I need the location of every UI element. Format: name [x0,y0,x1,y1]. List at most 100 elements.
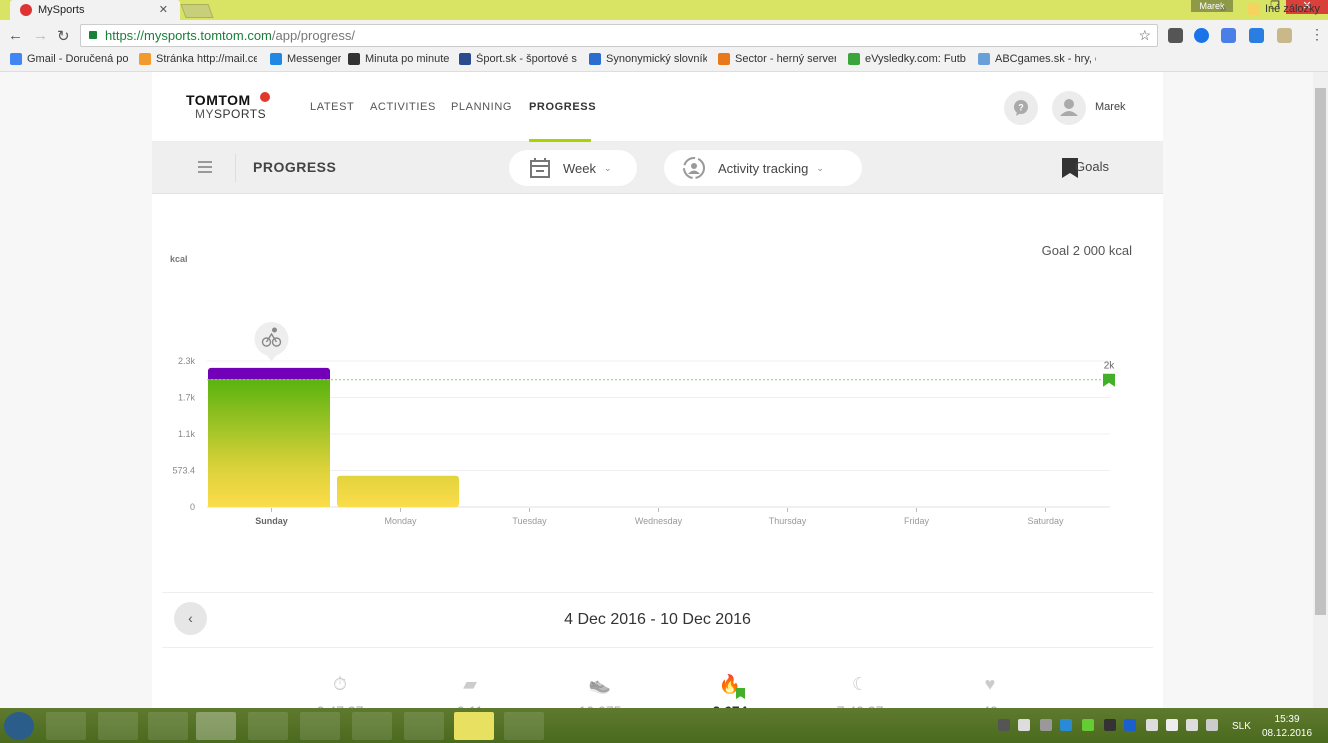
taskbar-media-player-icon[interactable] [454,712,494,740]
x-tick-label: Thursday [769,516,807,526]
help-button[interactable]: ? [1004,91,1038,125]
logo-mysports[interactable]: MYSPORTS [195,107,266,121]
url-input[interactable]: https://mysports.tomtom.com/app/progress… [80,24,1158,47]
bookmark-item[interactable]: ABCgames.sk - hry, ch [978,53,1096,65]
bookmark-label: eVysledky.com: Futba [865,53,966,65]
shoe-icon[interactable]: 👟 [588,674,612,694]
start-button[interactable] [4,712,34,740]
usb-icon[interactable] [1146,719,1158,731]
rider-head [271,327,277,333]
volume-muted-icon[interactable] [1186,719,1198,731]
bookmark-item[interactable]: Synonymický slovník - [589,53,707,65]
forward-icon[interactable]: → [33,27,48,44]
back-icon[interactable]: ← [8,27,23,44]
activity-tracking-icon [683,157,705,179]
bookmark-item[interactable]: Šport.sk - športové sp [459,53,577,65]
scrollbar-thumb[interactable] [1315,88,1326,615]
nav-progress[interactable]: PROGRESS [529,101,596,113]
bar-monday[interactable] [337,475,459,507]
menu-icon[interactable]: ⋮ [1310,26,1324,43]
x-tick-label: Sunday [255,516,288,526]
logo-tomtom[interactable]: TOMTOM [186,92,251,108]
bookmarks-overflow-button[interactable]: » [1220,3,1226,15]
taskbar-excel-icon[interactable] [352,712,392,740]
close-tab-icon[interactable]: ✕ [159,3,168,16]
app-header: TOMTOM MYSPORTS LATEST ACTIVITIES PLANNI… [152,72,1163,142]
metric-dropdown[interactable]: Activity tracking ⌄ [664,150,862,186]
heart-rate-icon[interactable]: ♥ [978,674,1002,694]
vertical-scrollbar[interactable] [1313,72,1328,708]
bookmark-label: Messenger [287,53,342,65]
bookmark-favicon-icon [718,53,730,65]
goal-label: Goal 2 000 kcal [1042,243,1132,258]
other-bookmarks-folder[interactable]: Iné záložky [1248,3,1320,15]
translate-extension-icon[interactable] [1221,28,1236,43]
bookmark-favicon-icon [459,53,471,65]
bar-sunday[interactable] [208,379,330,507]
download-extension-icon[interactable] [1249,28,1264,43]
chevron-down-icon: ⌄ [604,162,612,173]
help-icon: ? [1014,100,1028,116]
nav-activities[interactable]: ACTIVITIES [370,101,436,113]
divider [235,154,236,182]
x-tick-label: Saturday [1027,516,1064,526]
goal-marker-label: 2k [1104,361,1116,372]
goals-button[interactable]: Goals [1075,159,1109,174]
network-signal-icon[interactable] [1166,719,1178,731]
chevron-down-icon: ⌄ [816,162,824,173]
user-name[interactable]: Marek [1095,101,1126,113]
bookmark-item[interactable]: Stránka http://mail.ce [139,53,257,65]
bookmark-favicon-icon [10,53,22,65]
cloud-warning-icon[interactable] [1018,719,1030,731]
nvidia-icon[interactable] [1104,719,1116,731]
bookmark-favicon-icon [139,53,151,65]
stopwatch-icon[interactable]: ⏱ [328,674,352,694]
taskbar-utorrent-icon[interactable] [504,712,544,740]
nav-latest[interactable]: LATEST [310,101,354,113]
image-extension-icon[interactable] [1277,28,1292,43]
nav-planning[interactable]: PLANNING [451,101,512,113]
ruler-icon[interactable]: ▰ [458,674,482,694]
avatar[interactable] [1052,91,1086,125]
moon-icon[interactable]: ☾ [848,674,872,694]
bookmark-favicon-icon [348,53,360,65]
cycling-activity-marker[interactable] [254,322,289,361]
list-view-icon[interactable] [192,159,212,175]
monitor-icon[interactable] [1040,719,1052,731]
y-tick-label: 1.1k [178,429,196,439]
page-viewport: TOMTOM MYSPORTS LATEST ACTIVITIES PLANNI… [0,72,1313,708]
browser-tab[interactable]: MySports ✕ [10,0,180,20]
bookmark-item[interactable]: Sector - herný server, [718,53,836,65]
action-center-flag-icon[interactable] [1206,719,1218,731]
metric-value: Activity tracking [718,160,809,176]
clock-gadget-icon[interactable] [998,719,1010,731]
window-profile-badge[interactable]: Marek [1191,0,1233,12]
input-language[interactable]: SLK [1232,721,1251,732]
taskbar-chrome-icon[interactable] [196,712,236,740]
taskbar-explorer-icon[interactable] [46,712,86,740]
extension-icon[interactable] [1194,28,1209,43]
eset-icon[interactable] [1060,719,1072,731]
date-navigator: ‹ 4 Dec 2016 - 10 Dec 2016 [162,592,1153,648]
taskbar-paint-icon[interactable] [248,712,288,740]
pocket-extension-icon[interactable] [1168,28,1183,43]
bookmark-item[interactable]: Minuta po minute [348,53,449,65]
bookmark-item[interactable]: Messenger [270,53,341,65]
bookmark-item[interactable]: Gmail - Doručená poš [10,53,128,65]
bookmark-label: Minuta po minute [365,53,450,65]
taskbar-lightroom-icon[interactable] [404,712,444,740]
bookmark-star-icon[interactable]: ☆ [1138,25,1151,46]
taskbar-calculator-icon[interactable] [98,712,138,740]
taskbar-notepad-icon[interactable] [148,712,188,740]
new-tab-button[interactable] [180,4,214,18]
taskbar-word-icon[interactable] [300,712,340,740]
period-dropdown[interactable]: Week ⌄ [509,150,637,186]
user-icon [1060,99,1078,116]
system-clock[interactable]: 15:39 08.12.2016 [1262,713,1312,741]
bookmark-item[interactable]: eVysledky.com: Futba [848,53,966,65]
bluetooth-icon[interactable] [1124,719,1136,731]
x-tick-label: Wednesday [635,516,683,526]
utorrent-tray-icon[interactable] [1082,719,1094,731]
reload-icon[interactable]: ↻ [57,27,70,45]
y-tick-label: 1.7k [178,393,196,403]
